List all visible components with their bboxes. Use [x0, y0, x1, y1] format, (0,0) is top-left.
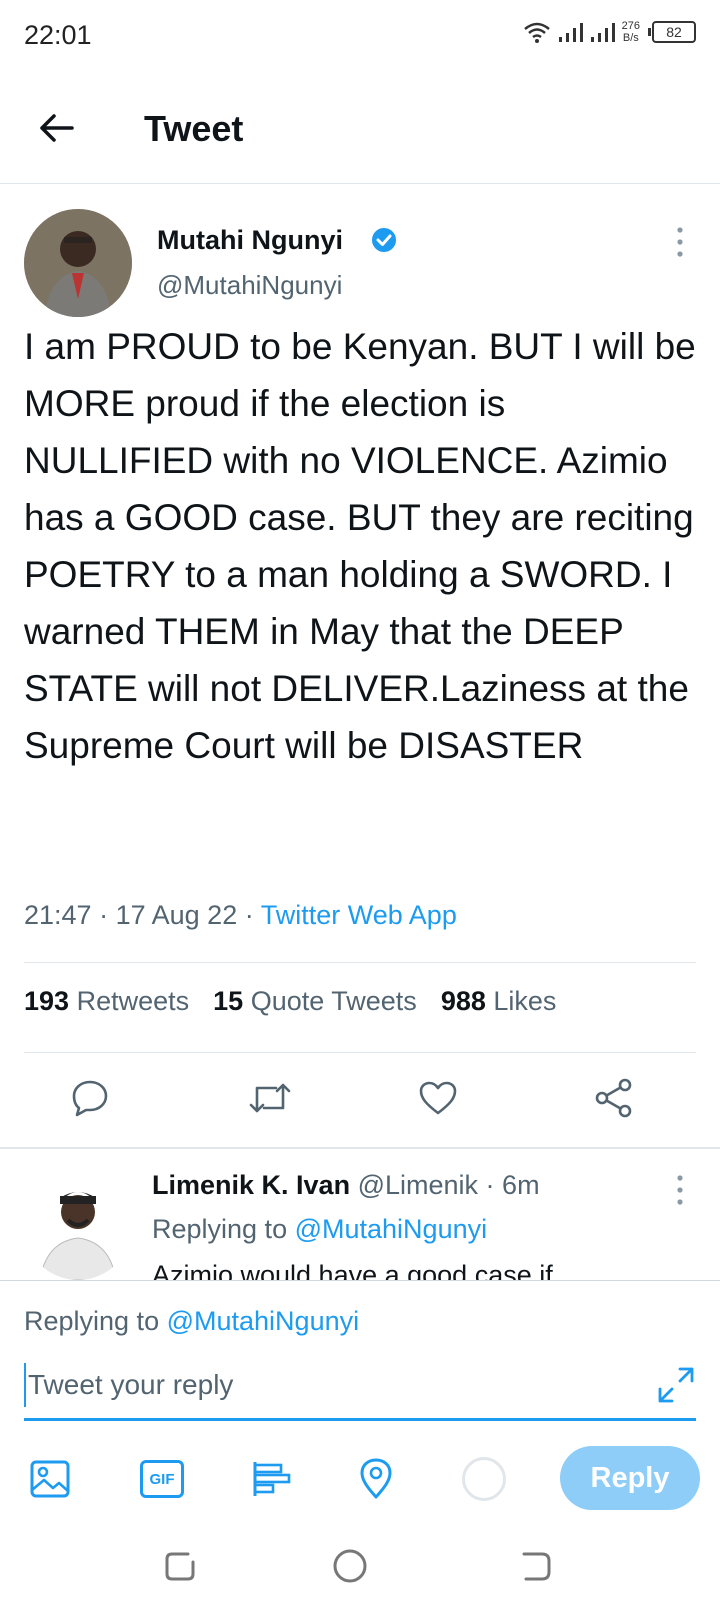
poll-icon	[253, 1462, 291, 1496]
author-name[interactable]: Mutahi Ngunyi	[157, 225, 343, 256]
quotes-count: 15	[213, 986, 244, 1016]
reply-input[interactable]	[24, 1363, 644, 1407]
replying-to-mention[interactable]: @MutahiNgunyi	[295, 1214, 488, 1244]
divider	[24, 962, 696, 963]
location-pin-icon	[360, 1458, 392, 1499]
reply-age: 6m	[502, 1170, 540, 1200]
author-avatar[interactable]	[24, 209, 132, 317]
recent-apps-button[interactable]	[156, 1542, 204, 1590]
reply-text[interactable]: Azimio would have a good case if	[152, 1258, 553, 1280]
tweet-source-link[interactable]: Twitter Web App	[261, 900, 457, 930]
retweets-label: Retweets	[76, 986, 190, 1016]
home-circle-icon	[333, 1549, 367, 1583]
signal-icon-2	[590, 23, 615, 42]
network-speed-value: 276	[621, 20, 640, 32]
tweet-stats: 193 Retweets 15 Quote Tweets 988 Likes	[24, 986, 556, 1017]
reply-more-options-icon[interactable]	[668, 1172, 692, 1208]
reply-composer: Replying to @MutahiNgunyi GIF Reply	[0, 1280, 720, 1520]
likes-label: Likes	[493, 986, 557, 1016]
status-icons: 276 B/s 82	[522, 20, 696, 44]
quotes-label: Quote Tweets	[250, 986, 417, 1016]
reply-submit-button[interactable]: Reply	[560, 1446, 700, 1510]
input-underline	[24, 1418, 696, 1421]
network-speed: 276 B/s	[622, 20, 640, 44]
back-nav-icon	[522, 1552, 551, 1581]
tweet-meta: 21:47 · 17 Aug 22 · Twitter Web App	[24, 900, 457, 931]
recent-apps-icon	[165, 1552, 195, 1581]
compose-replying-mention[interactable]: @MutahiNgunyi	[167, 1306, 360, 1336]
replying-label: Replying to	[152, 1214, 288, 1244]
signal-icon	[558, 23, 583, 42]
meta-separator: ·	[99, 900, 116, 930]
home-button[interactable]	[326, 1542, 374, 1590]
author-handle[interactable]: @MutahiNgunyi	[157, 270, 342, 301]
more-options-icon[interactable]	[668, 224, 692, 260]
tweet-date: 17 Aug 22	[115, 900, 238, 930]
reply-context: Replying to @MutahiNgunyi	[152, 1214, 487, 1245]
compose-replying-to: Replying to @MutahiNgunyi	[24, 1306, 359, 1337]
expand-icon[interactable]	[656, 1365, 696, 1405]
retweet-icon	[249, 1083, 291, 1113]
tweet-time: 21:47	[24, 900, 92, 930]
heart-icon	[419, 1081, 457, 1115]
section-divider	[0, 1147, 720, 1149]
add-location-button[interactable]	[352, 1455, 400, 1503]
tweet-actions	[0, 1070, 720, 1132]
compose-replying-label: Replying to	[24, 1306, 160, 1336]
likes-count: 988	[440, 986, 486, 1016]
reply-header: Limenik K. Ivan @Limenik · 6m	[152, 1170, 540, 1201]
app-header: Tweet	[0, 72, 720, 184]
battery-indicator: 82	[648, 21, 696, 43]
status-bar: 22:01 276 B/s 82	[0, 0, 720, 72]
tweet-text: I am PROUD to be Kenyan. BUT I will be M…	[24, 326, 696, 766]
add-poll-button[interactable]	[248, 1455, 296, 1503]
meta-separator: ·	[244, 900, 261, 930]
retweet-button[interactable]	[242, 1070, 298, 1126]
back-nav-button[interactable]	[512, 1542, 560, 1590]
likes-stat[interactable]: 988 Likes	[441, 986, 557, 1017]
wifi-icon	[523, 22, 550, 43]
add-gif-button[interactable]: GIF	[138, 1455, 186, 1503]
quotes-stat[interactable]: 15 Quote Tweets	[213, 986, 417, 1017]
share-icon	[595, 1078, 632, 1118]
progress-ring-icon	[462, 1457, 506, 1501]
retweets-count: 193	[24, 986, 70, 1016]
reply-icon	[72, 1080, 108, 1117]
add-image-button[interactable]	[26, 1455, 74, 1503]
page-title: Tweet	[144, 108, 244, 149]
arrow-left-icon	[40, 114, 74, 142]
network-speed-unit: B/s	[622, 32, 639, 44]
verified-badge-icon	[372, 228, 396, 252]
gif-icon: GIF	[140, 1460, 184, 1498]
reply-button[interactable]	[62, 1070, 118, 1126]
meta-separator: ·	[485, 1170, 503, 1200]
system-nav-bar	[0, 1520, 720, 1612]
back-button[interactable]	[28, 100, 84, 156]
like-button[interactable]	[410, 1070, 466, 1126]
share-button[interactable]	[586, 1070, 642, 1126]
reply-author-avatar[interactable]	[24, 1172, 132, 1280]
retweets-stat[interactable]: 193 Retweets	[24, 986, 189, 1017]
status-time: 22:01	[24, 20, 92, 50]
reply-author-handle[interactable]: @Limenik	[358, 1170, 478, 1200]
divider	[24, 1052, 696, 1053]
image-icon	[30, 1460, 70, 1498]
reply-author-name[interactable]: Limenik K. Ivan	[152, 1170, 350, 1200]
character-count-indicator	[460, 1455, 508, 1503]
